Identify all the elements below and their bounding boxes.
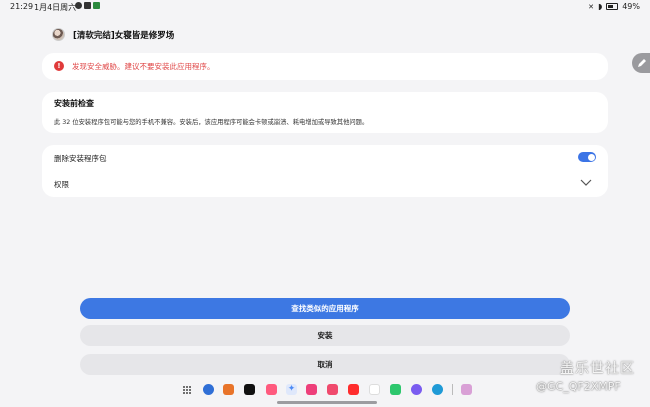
install-button[interactable]: 安装 xyxy=(80,325,570,346)
notification-icon xyxy=(93,2,100,9)
find-similar-apps-button[interactable]: 查找类似的应用程序 xyxy=(80,298,570,319)
delete-package-label: 删除安装程序包 xyxy=(54,154,107,163)
battery-level: 49% xyxy=(622,2,640,11)
wechat-icon[interactable] xyxy=(390,384,401,395)
game-icon[interactable] xyxy=(223,384,234,395)
wifi-icon: ◗ xyxy=(598,2,603,11)
qq-icon[interactable] xyxy=(369,384,380,395)
bilibili-icon[interactable] xyxy=(266,384,277,395)
system-icons: ✕ ◗ 49% xyxy=(588,2,640,11)
cancel-button[interactable]: 取消 xyxy=(80,354,570,375)
watermark-title: 盖乐世社区 xyxy=(560,361,635,377)
tiktok-icon[interactable] xyxy=(244,384,255,395)
red-app-icon[interactable] xyxy=(348,384,359,395)
mute-icon: ✕ xyxy=(588,2,594,11)
preinstall-check-title: 安装前检查 xyxy=(54,99,94,108)
notification-icon xyxy=(75,2,82,9)
app-header: [清软完结]女寝皆是修罗场 xyxy=(52,28,174,41)
sparkle-icon[interactable]: ✦ xyxy=(286,384,297,395)
edge-panel-handle[interactable] xyxy=(632,53,650,73)
purple-app-icon[interactable] xyxy=(411,384,422,395)
permissions-row[interactable]: 权限 xyxy=(42,171,608,197)
app-icon xyxy=(52,28,65,41)
recent-app-icon[interactable] xyxy=(461,384,472,395)
app-title: [清软完结]女寝皆是修罗场 xyxy=(73,30,175,41)
browser-icon[interactable] xyxy=(203,384,214,395)
taskbar-divider xyxy=(452,384,453,395)
app-drawer-icon[interactable] xyxy=(183,386,191,394)
chevron-down-icon[interactable] xyxy=(580,176,592,190)
status-date: 1月4日周六 xyxy=(34,3,77,12)
security-warning-card: ! 发现安全威胁。建议不要安装此应用程序。 xyxy=(42,53,608,80)
delete-package-toggle[interactable] xyxy=(578,152,596,162)
watermark-user: @GC_QF2XMPF xyxy=(536,380,621,393)
flower-icon[interactable] xyxy=(306,384,317,395)
battery-icon xyxy=(606,3,619,10)
install-options-card: 删除安装程序包 权限 xyxy=(42,145,608,197)
notification-icon xyxy=(84,2,91,9)
notification-icons xyxy=(75,2,100,9)
status-bar: 21:29 1月4日周六 ✕ ◗ 49% xyxy=(0,0,650,14)
preinstall-check-card: 安装前检查 此 32 位安装程序包可能与您的手机不兼容。安装后，该应用程序可能会… xyxy=(42,92,608,133)
home-indicator[interactable] xyxy=(277,401,377,404)
permissions-label: 权限 xyxy=(54,180,69,189)
pencil-icon xyxy=(638,59,646,67)
status-time: 21:29 xyxy=(10,2,34,11)
alert-icon: ! xyxy=(54,61,64,71)
edge-icon[interactable] xyxy=(432,384,443,395)
preinstall-check-description: 此 32 位安装程序包可能与您的手机不兼容。安装后，该应用程序可能会卡顿或崩溃、… xyxy=(54,119,369,126)
delete-package-row[interactable]: 删除安装程序包 xyxy=(42,145,608,171)
video-icon[interactable] xyxy=(327,384,338,395)
security-warning-text: 发现安全威胁。建议不要安装此应用程序。 xyxy=(72,62,215,71)
